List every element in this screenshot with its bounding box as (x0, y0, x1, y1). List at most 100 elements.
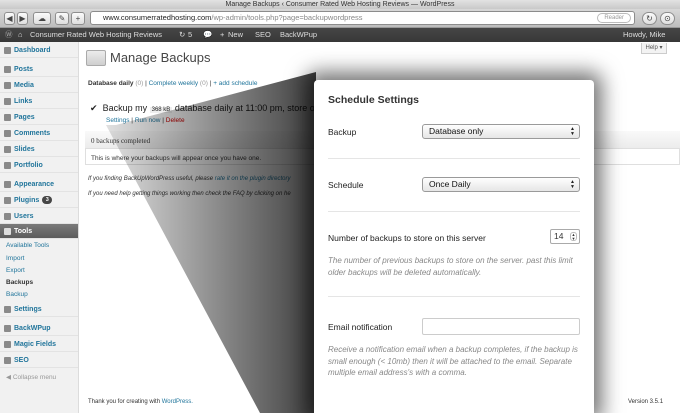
sidebar-item-dashboard[interactable]: Dashboard (0, 43, 78, 58)
sidebar-item-label: Media (14, 82, 34, 89)
adminbar-seo[interactable]: SEO (255, 28, 271, 42)
reader-button[interactable]: Reader (597, 13, 631, 23)
backups-to-store-label: Number of backups to store on this serve… (328, 233, 486, 243)
adminbar-site-name[interactable]: Consumer Rated Web Hosting Reviews (30, 28, 162, 42)
dashboard-icon (4, 47, 11, 54)
submenu-backup[interactable]: Backup (6, 291, 28, 298)
sidebar-item-slides[interactable]: Slides (0, 142, 78, 157)
schedule-settings-link[interactable]: Settings (106, 117, 130, 124)
help-faq-note: If you need help getting things working … (88, 191, 291, 197)
backups-empty-message: This is where your backups will appear o… (91, 155, 262, 162)
updates-count[interactable]: 5 (188, 28, 192, 42)
schedule-tabs: Database daily (0) | Complete weekly (0)… (88, 80, 258, 87)
adminbar-home-icon: ⌂ (18, 30, 23, 39)
stepper-arrows-icon[interactable]: ▲ ▼ (570, 232, 577, 241)
wordpress-logo-icon[interactable]: Ⓦ (5, 28, 13, 42)
refresh-icon[interactable]: ↻ (642, 12, 657, 25)
delete-schedule-link[interactable]: Delete (166, 117, 185, 124)
magic-fields-icon (4, 341, 11, 348)
select-arrows-icon: ▲ ▼ (570, 126, 575, 137)
links-icon (4, 98, 11, 105)
add-icon[interactable]: + (71, 12, 85, 25)
sidebar-item-label: Appearance (14, 181, 55, 188)
select-arrows-icon: ▲ ▼ (570, 179, 575, 190)
pages-icon (4, 114, 11, 121)
sidebar-item-users[interactable]: Users (0, 209, 78, 224)
back-button[interactable]: ◀ (4, 12, 15, 25)
schedule-summary-post: database daily at 11:00 pm, store o (174, 103, 315, 113)
sidebar-item-appearance[interactable]: Appearance (0, 177, 78, 192)
tools-menu-icon (4, 228, 11, 235)
help-label: Help (645, 45, 658, 51)
submenu-export[interactable]: Export (6, 267, 25, 274)
settings-icon (4, 306, 11, 313)
sidebar-item-backwpup[interactable]: BackWPup (0, 321, 78, 336)
sidebar-item-label: Posts (14, 66, 34, 73)
help-tab[interactable]: Help ▾ (641, 43, 667, 54)
schedule-summary: ✔ Backup my 368 kB database daily at 11:… (90, 103, 315, 114)
slides-icon (4, 146, 11, 153)
adminbar-backwpup[interactable]: BackWPup (280, 28, 317, 42)
rate-plugin-link[interactable]: rate it on the plugin directory (215, 176, 291, 182)
collapse-menu-button[interactable]: ◀ Collapse menu (6, 373, 56, 381)
tab-weekly-count: (0) (199, 80, 208, 87)
adminbar-new[interactable]: New (228, 28, 243, 42)
backups-to-store-description: The number of previous backups to store … (328, 256, 573, 277)
run-now-link[interactable]: Run now (135, 117, 161, 124)
sidebar-item-label: Users (14, 213, 34, 220)
sidebar-item-seo[interactable]: SEO (0, 353, 78, 368)
footer-credit: Thank you for creating with WordPress. (88, 399, 193, 405)
email-notification-input[interactable] (422, 318, 580, 335)
sidebar-item-tools[interactable]: Tools (0, 224, 78, 239)
sidebar-item-plugins[interactable]: Plugins 3 (0, 193, 78, 208)
sidebar-item-comments[interactable]: Comments (0, 126, 78, 141)
wordpress-link[interactable]: WordPress. (162, 399, 193, 405)
sidebar-item-label: Dashboard (14, 47, 51, 54)
sidebar-item-media[interactable]: Media (0, 78, 78, 93)
sidebar-item-portfolio[interactable]: Portfolio (0, 158, 78, 173)
tools-icon[interactable]: ✎ (55, 12, 69, 25)
address-bar[interactable]: www.consumerratedhosting.com/wp-admin/to… (90, 11, 635, 25)
cloud-icon[interactable]: ☁ (33, 12, 51, 25)
page-title: Manage Backups (110, 50, 211, 65)
schedule-select[interactable]: Once Daily ▲ ▼ (422, 177, 580, 192)
adminbar-howdy[interactable]: Howdy, Mike (623, 28, 665, 42)
url-host: www.consumerratedhosting.com (103, 13, 212, 22)
schedule-label: Schedule (328, 180, 364, 190)
forward-button[interactable]: ▶ (17, 12, 28, 25)
updates-icon[interactable]: ↻ (179, 28, 185, 42)
sidebar-item-posts[interactable]: Posts (0, 62, 78, 77)
sidebar-item-label: SEO (14, 357, 29, 364)
divider (328, 296, 580, 297)
comments-icon[interactable]: 💬 (203, 28, 212, 42)
checkmark-icon: ✔ (90, 103, 98, 113)
modal-title: Schedule Settings (328, 94, 420, 106)
tab-daily-count: (0) (135, 80, 144, 87)
schedule-value: Once Daily (429, 179, 471, 189)
sidebar-item-pages[interactable]: Pages (0, 110, 78, 125)
backups-to-store-stepper[interactable]: 14 ▲ ▼ (550, 229, 580, 244)
backup-type-select[interactable]: Database only ▲ ▼ (422, 124, 580, 139)
sidebar-item-label: Slides (14, 146, 35, 153)
media-icon (4, 82, 11, 89)
sidebar-item-label: Portfolio (14, 162, 43, 169)
sidebar-item-label: Links (14, 98, 33, 105)
tab-complete-weekly[interactable]: Complete weekly (149, 80, 199, 87)
collapse-icon: ◀ (6, 374, 13, 381)
sidebar-item-magic-fields[interactable]: Magic Fields (0, 337, 78, 352)
seo-icon (4, 357, 11, 364)
submenu-available-tools[interactable]: Available Tools (6, 242, 49, 249)
tab-database-daily[interactable]: Database daily (88, 80, 134, 87)
schedule-actions: Settings | Run now | Delete (106, 117, 185, 124)
divider (328, 158, 580, 159)
download-icon[interactable]: ⊙ (660, 12, 675, 25)
sidebar-item-links[interactable]: Links (0, 94, 78, 109)
rate-plugin-note-text: If you finding BackUpWordPress useful, p… (88, 176, 214, 182)
sidebar-item-settings[interactable]: Settings (0, 302, 78, 317)
sidebar-item-label: Settings (14, 306, 42, 313)
add-schedule-link[interactable]: + add schedule (213, 80, 257, 87)
submenu-backups[interactable]: Backups (6, 279, 33, 286)
tools-page-icon (86, 50, 106, 66)
window-title: Manage Backups ‹ Consumer Rated Web Host… (225, 1, 455, 8)
submenu-import[interactable]: Import (6, 255, 24, 262)
